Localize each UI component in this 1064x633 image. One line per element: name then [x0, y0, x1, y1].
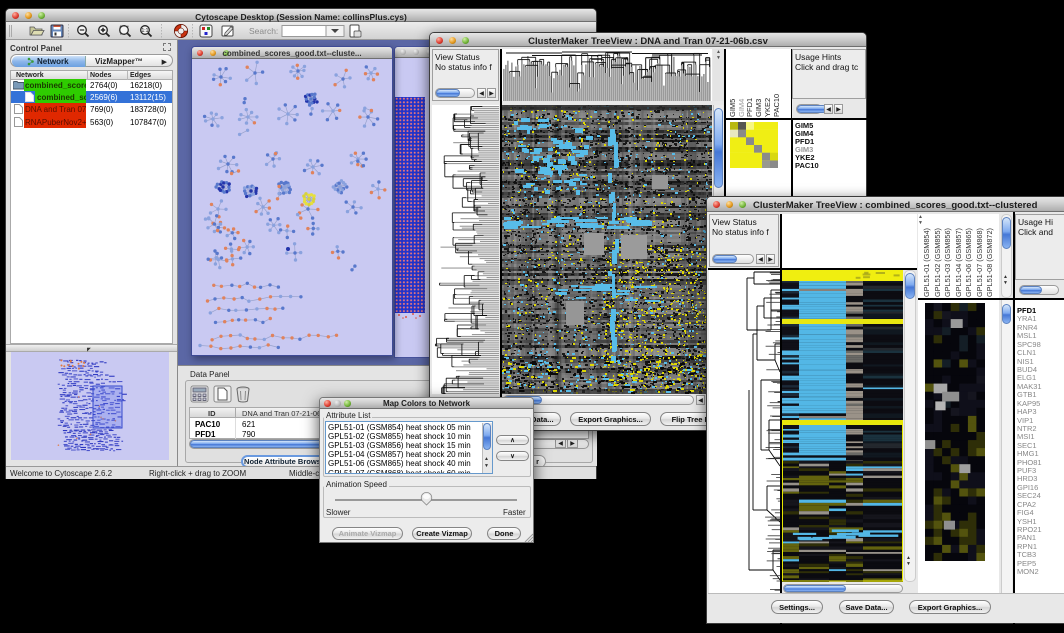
svg-text:1:1: 1:1 — [142, 28, 149, 34]
svg-text:Search:: Search: — [249, 26, 278, 36]
